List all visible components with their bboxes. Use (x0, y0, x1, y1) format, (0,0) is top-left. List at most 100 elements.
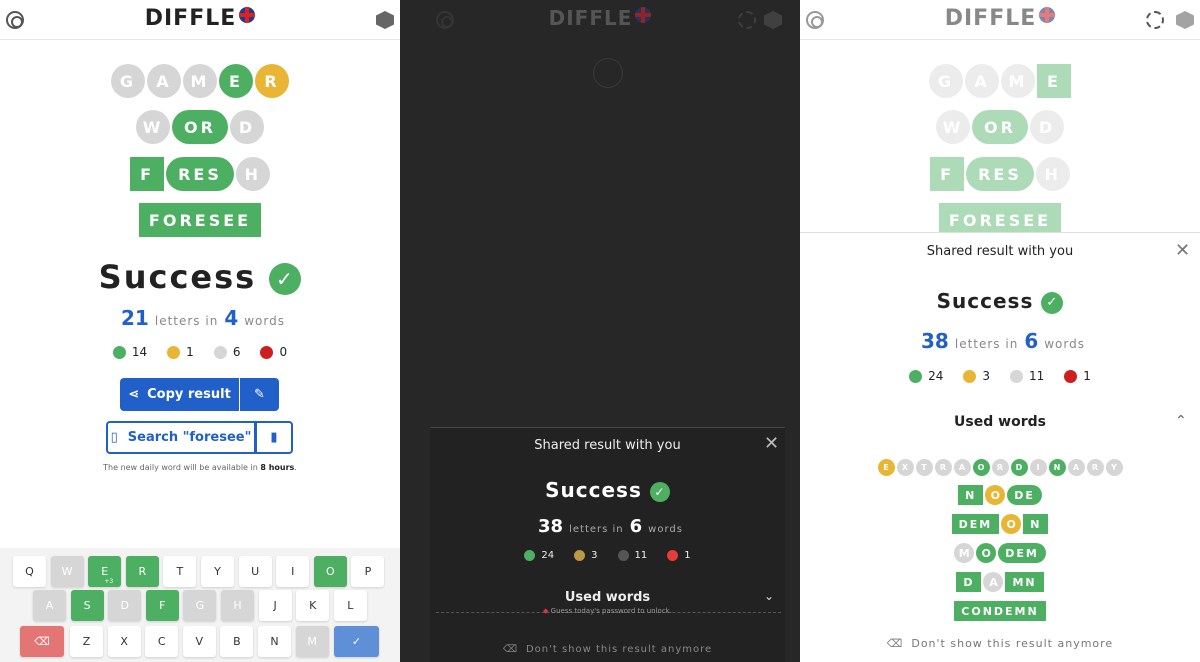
key-g[interactable]: G (183, 590, 217, 621)
used-words-toggle[interactable]: Used words (430, 590, 785, 605)
letter-tile: W (936, 110, 971, 144)
dont-show-button[interactable]: ⌫ Don't show this result anymore (430, 644, 785, 655)
letter-tile: O (972, 458, 990, 476)
key-n[interactable]: N (258, 626, 291, 657)
red-dot-icon (1064, 369, 1078, 383)
key-r[interactable]: R (125, 556, 159, 587)
key-label: F (159, 599, 166, 612)
letter-tile: W (136, 110, 171, 144)
result-heading: Success ✓ (430, 478, 785, 502)
key-p[interactable]: P (351, 556, 385, 587)
chevron-down-icon[interactable]: ⌄ (764, 589, 774, 603)
key-b[interactable]: B (220, 626, 254, 657)
letter-tile: T (915, 458, 933, 476)
top-bar: DIFFLE (800, 0, 1200, 40)
key-q[interactable]: Q (13, 556, 46, 587)
key-e[interactable]: E +3 (88, 556, 122, 587)
used-words-toggle[interactable]: Used words (800, 414, 1200, 430)
letter-tile: D (229, 110, 264, 144)
letter-tile: D (956, 572, 982, 592)
key-i[interactable]: I (276, 556, 310, 587)
key-t[interactable]: T (163, 556, 197, 587)
edit-result-button[interactable]: ✎ (240, 378, 279, 411)
keyboard: Q W E +3 R T Y U I O P A S D F G H J K L Z X C V B N M ⌫ ✓ (0, 548, 400, 662)
key-label: L (347, 599, 354, 612)
letter-tile: O (1001, 514, 1022, 534)
uk-flag-icon[interactable] (1039, 7, 1056, 23)
used-word-row: CONDEMN (800, 601, 1200, 621)
key-z[interactable]: Z (70, 626, 103, 657)
key-label: Z (82, 635, 91, 648)
letter-counts: 24 3 11 1 (800, 369, 1200, 383)
loading-icon (738, 11, 756, 29)
close-icon[interactable]: ✕ (1175, 240, 1190, 261)
copy-result-button[interactable]: ⋖ Copy result (120, 378, 239, 411)
key-label: K (309, 599, 317, 612)
key-label: V (195, 635, 204, 648)
key-d[interactable]: D (108, 590, 142, 621)
letter-tile: F (130, 157, 165, 191)
result-stats: 21 letters in 4 words (121, 306, 285, 330)
result-stats: 38 letters in 6 words (538, 516, 683, 537)
key-l[interactable]: L (333, 590, 367, 621)
search-word-button[interactable]: ▯ Search "foresee" (106, 421, 256, 454)
pencil-icon: ✎ (254, 387, 265, 402)
chevron-up-icon[interactable]: ⌃ (1175, 413, 1187, 429)
yellow-dot-icon (574, 550, 586, 561)
shared-result-sheet: Shared result with you ✕ Success ✓ 38 let… (800, 232, 1200, 662)
key-y[interactable]: Y (201, 556, 234, 587)
result-heading: Success ✓ (0, 258, 400, 296)
used-word-row: D A MN (800, 572, 1200, 592)
key-w[interactable]: W (50, 556, 84, 587)
key-label: B (233, 635, 241, 648)
next-word-note: The new daily word will be available in … (103, 463, 297, 472)
dont-show-button[interactable]: ⌫ Don't show this result anymore (800, 637, 1200, 650)
unlock-note: ◆ Guess today's password to unlock. (543, 607, 672, 615)
key-label: W (61, 565, 73, 578)
close-icon[interactable]: ✕ (764, 433, 779, 454)
letter-tile: DEM (951, 514, 1000, 534)
share-icon: ⋖ (128, 387, 140, 402)
key-label: T (176, 565, 184, 578)
key-k[interactable]: K (296, 590, 330, 621)
letter-tile: H (235, 157, 270, 191)
backspace-key[interactable]: ⌫ (20, 626, 64, 657)
letter-tile: M (183, 64, 217, 98)
uk-flag-icon[interactable] (239, 7, 256, 23)
key-label: C (157, 635, 166, 648)
green-dot-icon (909, 369, 923, 383)
top-bar-dark: DIFFLE (400, 0, 800, 40)
letter-tile: M (954, 543, 975, 563)
letter-tile: G (929, 64, 964, 98)
result-heading: Success ✓ (800, 289, 1200, 314)
used-word-row: DEM O N (800, 514, 1200, 534)
bookmark-button[interactable]: ▮ (255, 421, 293, 454)
key-v[interactable]: V (182, 626, 216, 657)
key-label: D (120, 599, 129, 612)
letter-tile: OR (172, 110, 228, 144)
letter-tile: DE (1007, 485, 1042, 505)
guess-row: FORESEE (0, 202, 400, 238)
key-f[interactable]: F (145, 590, 179, 621)
key-x[interactable]: X (107, 626, 141, 657)
eraser-icon: ⌫ (502, 644, 518, 655)
key-h[interactable]: H (221, 590, 254, 621)
lock-icon: ◆ (543, 607, 549, 615)
guess-row: W OR D (0, 109, 400, 145)
shared-result-sheet: Shared result with you ✕ Success ✓ 38 let… (430, 427, 785, 662)
letter-tile: DEM (998, 543, 1046, 563)
key-m[interactable]: M (295, 626, 329, 657)
letter-tile: RES (166, 157, 234, 191)
letter-tile: R (991, 458, 1009, 476)
key-j[interactable]: J (258, 590, 292, 621)
sheet-title: Shared result with you (534, 438, 681, 453)
key-a[interactable]: A (33, 590, 66, 621)
enter-key[interactable]: ✓ (334, 626, 379, 657)
key-s[interactable]: S (70, 590, 104, 621)
letter-tile: CONDEMN (954, 601, 1046, 621)
key-u[interactable]: U (238, 556, 272, 587)
key-c[interactable]: C (145, 626, 179, 657)
key-o[interactable]: O (313, 556, 347, 587)
uk-flag-icon[interactable] (635, 7, 652, 23)
letter-tile: FORESEE (138, 203, 262, 237)
